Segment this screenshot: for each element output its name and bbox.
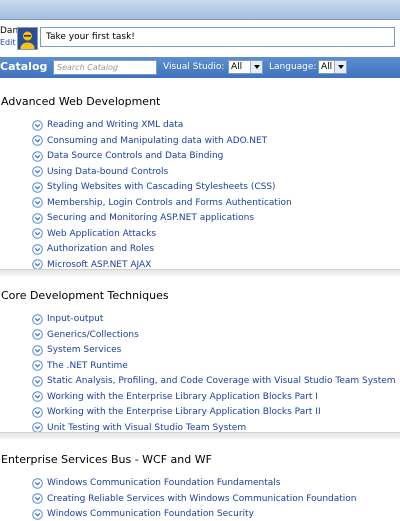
catalog-item-label: System Services	[47, 345, 122, 355]
catalog-item[interactable]: Membership, Login Controls and Forms Aut…	[32, 196, 292, 210]
user-block: Dan Edit	[0, 26, 18, 52]
catalog-item-label: Web Application Attacks	[47, 228, 157, 239]
language-label: Language:	[269, 62, 317, 72]
catalog-item-label: Input-output	[47, 314, 104, 324]
catalog-item-label: Using Data-bound Controls	[47, 166, 169, 177]
language-selected-value: All	[321, 62, 333, 72]
catalog-item-label: Data Source Controls and Data Binding	[47, 151, 224, 161]
section-title: Advanced Web Development	[1, 95, 161, 108]
catalog-item[interactable]: Windows Communication Foundation Fundame…	[32, 476, 281, 490]
chevron-down-icon	[32, 508, 43, 520]
visual-studio-selected-value: All	[231, 62, 243, 72]
catalog-item-label: Generics/Collections	[47, 329, 139, 340]
catalog-item[interactable]: Styling Websites with Cascading Styleshe…	[32, 180, 276, 194]
chevron-down-icon	[32, 150, 43, 162]
catalog-item-label: Windows Communication Foundation Securit…	[47, 509, 254, 519]
catalog-item[interactable]: System Services	[32, 343, 121, 357]
chevron-down-icon	[32, 166, 43, 177]
catalog-item[interactable]: Web Application Attacks	[32, 227, 156, 241]
catalog-item-label: Authorization and Roles	[47, 244, 155, 254]
catalog-item[interactable]: Reading and Writing XML data	[32, 118, 183, 132]
catalog-item-label: Working with the Enterprise Library Appl…	[47, 407, 321, 417]
section-divider	[0, 269, 400, 276]
catalog-item[interactable]: Working with the Enterprise Library Appl…	[32, 405, 321, 419]
catalog-item[interactable]: Windows Communication Foundation Securit…	[32, 507, 254, 521]
catalog-title: Catalog	[0, 60, 48, 73]
catalog-item[interactable]: Static Analysis, Profiling, and Code Cov…	[32, 374, 396, 388]
task-message: Take your first task!	[46, 32, 135, 42]
user-avatar-icon	[18, 28, 37, 49]
chevron-down-icon	[32, 360, 43, 371]
edit-profile-link[interactable]: Edit	[0, 38, 16, 47]
catalog-item[interactable]: Creating Reliable Services with Windows …	[32, 492, 357, 506]
task-message-box: Take your first task!	[40, 27, 395, 47]
section-title: Enterprise Services Bus - WCF and WF	[1, 453, 212, 466]
chevron-down-icon	[32, 344, 43, 356]
visual-studio-label: Visual Studio:	[163, 62, 225, 72]
catalog-item-label: Styling Websites with Cascading Styleshe…	[47, 182, 276, 192]
catalog-item-label: Unit Testing with Visual Studio Team Sys…	[47, 422, 247, 433]
catalog-item-label: Microsoft ASP.NET AJAX	[47, 259, 152, 270]
catalog-item-label: Windows Communication Foundation Fundame…	[47, 478, 281, 488]
catalog-item[interactable]: Input-output	[32, 312, 103, 326]
catalog-item-label: Membership, Login Controls and Forms Aut…	[47, 197, 292, 208]
section-title: Core Development Techniques	[1, 289, 169, 302]
search-catalog-input[interactable]	[53, 60, 157, 75]
window-top-bar	[0, 0, 400, 20]
catalog-item[interactable]: Working with the Enterprise Library Appl…	[32, 390, 318, 404]
catalog-item-label: Working with the Enterprise Library Appl…	[47, 391, 318, 402]
chevron-down-icon	[32, 477, 43, 489]
chevron-down-icon	[32, 313, 43, 325]
catalog-item-label: Consuming and Manipulating data with ADO…	[47, 135, 268, 146]
catalog-item[interactable]: Securing and Monitoring ASP.NET applicat…	[32, 211, 254, 225]
catalog-item-label: Static Analysis, Profiling, and Code Cov…	[47, 376, 396, 386]
avatar[interactable]	[17, 27, 38, 50]
chevron-down-icon	[32, 119, 43, 131]
chevron-down-icon	[32, 375, 43, 387]
chevron-down-icon	[32, 493, 43, 504]
catalog-item[interactable]: Authorization and Roles	[32, 242, 154, 256]
catalog-item-label: Reading and Writing XML data	[47, 120, 184, 130]
catalog-item-label: The .NET Runtime	[47, 360, 128, 371]
catalog-item[interactable]: Generics/Collections	[32, 328, 139, 342]
chevron-down-icon	[32, 135, 43, 146]
catalog-item[interactable]: Using Data-bound Controls	[32, 165, 168, 179]
chevron-down-icon	[32, 329, 43, 340]
dropdown-arrow-icon[interactable]	[250, 61, 262, 73]
catalog-item[interactable]: Consuming and Manipulating data with ADO…	[32, 134, 267, 148]
chevron-down-icon	[32, 228, 43, 239]
chevron-down-icon	[32, 212, 43, 224]
language-select[interactable]: All	[318, 60, 347, 74]
chevron-down-icon	[32, 406, 43, 418]
chevron-down-icon	[32, 243, 43, 255]
user-name: Dan	[0, 26, 19, 36]
catalog-item-label: Creating Reliable Services with Windows …	[47, 493, 357, 504]
catalog-item-label: Securing and Monitoring ASP.NET applicat…	[47, 213, 255, 223]
section-divider	[0, 432, 400, 439]
dropdown-arrow-icon[interactable]	[334, 61, 346, 73]
visual-studio-select[interactable]: All	[228, 60, 263, 74]
chevron-down-icon	[32, 197, 43, 208]
catalog-item[interactable]: Data Source Controls and Data Binding	[32, 149, 223, 163]
chevron-down-icon	[32, 391, 43, 402]
chevron-down-icon	[32, 181, 43, 193]
catalog-item[interactable]: The .NET Runtime	[32, 359, 128, 373]
catalog-toolbar: Catalog Visual Studio: All Language: All	[0, 57, 400, 78]
